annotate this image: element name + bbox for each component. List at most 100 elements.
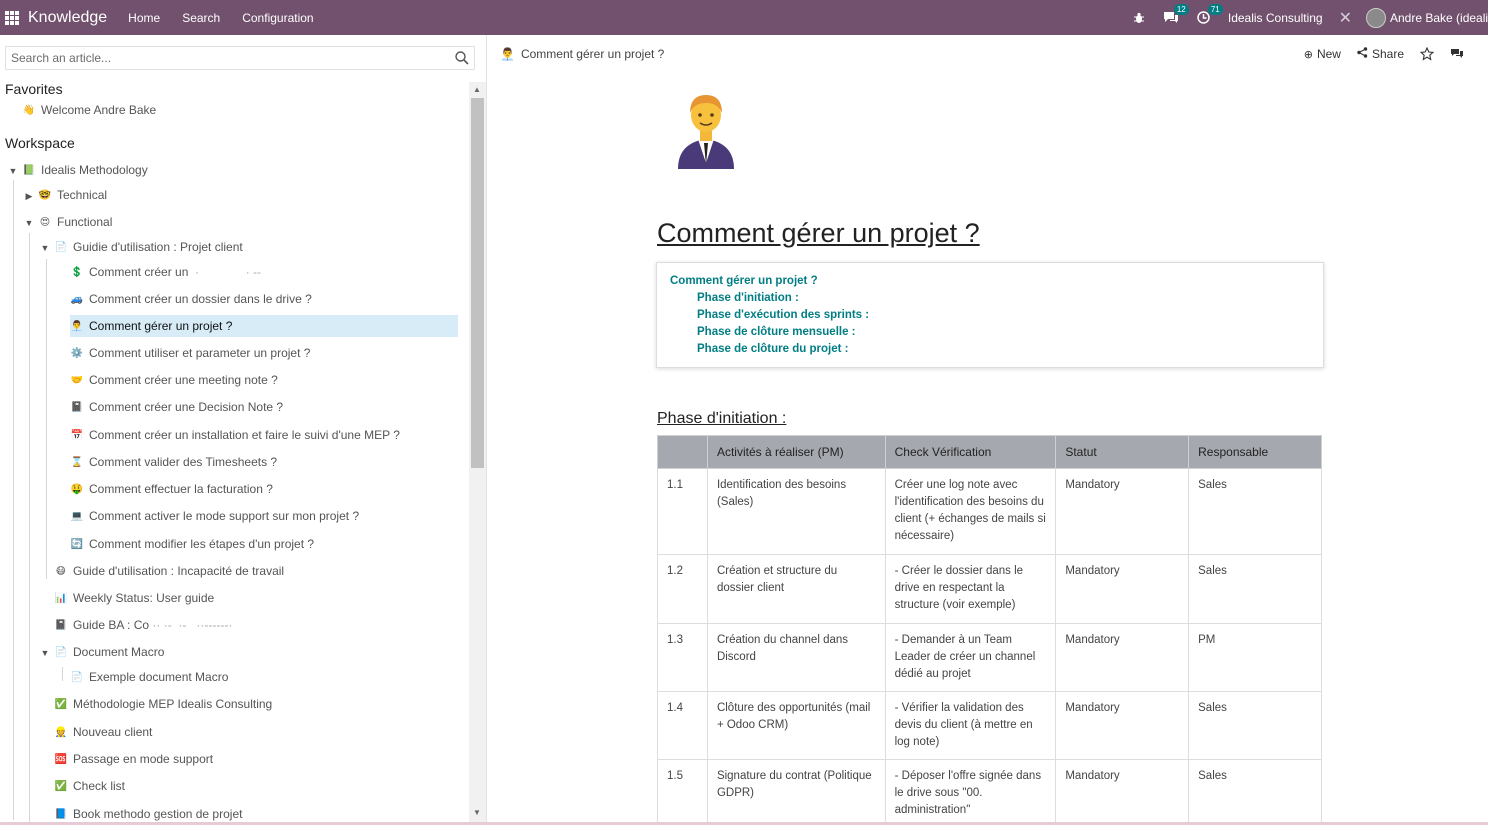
tree-item-guide-ba[interactable]: 📓 Guide BA : Co ·· ·‐ ·‐ ··‐‐‐‐‐‐· (54, 614, 233, 636)
avatar[interactable] (1366, 7, 1386, 28)
user-name[interactable]: Andre Bake (idealis (1390, 11, 1488, 25)
caret-down-icon[interactable]: ▼ (40, 648, 50, 658)
tree-label: Nouveau client (73, 725, 153, 739)
table-cell[interactable]: Sales (1188, 554, 1322, 624)
tree-item-guide-projet-client[interactable]: 📄 Guidie d'utilisation : Projet client (54, 236, 243, 258)
favorite-item[interactable]: 👋 Welcome Andre Bake (22, 99, 156, 121)
tree-item-timesheets[interactable]: ⌛ Comment valider des Timesheets ? (70, 451, 277, 473)
man-office-worker-icon[interactable] (676, 93, 736, 169)
waving-hand-icon: 👋 (22, 104, 36, 116)
table-cell[interactable]: Sales (1188, 691, 1322, 760)
apps-grid-icon[interactable] (5, 10, 19, 25)
table-cell[interactable]: - Déposer l'offre signée dans le drive s… (884, 759, 1057, 825)
share-button[interactable]: Share (1357, 47, 1404, 61)
company-switcher[interactable]: Idealis Consulting (1228, 11, 1323, 25)
tree-item-technical[interactable]: 🤓 Technical (38, 184, 107, 206)
table-cell[interactable]: - Créer le dossier dans le drive en resp… (884, 554, 1057, 624)
table-cell[interactable]: PM (1188, 623, 1322, 692)
tree-item-incapacite-travail[interactable]: 😷 Guide d'utilisation : Incapacité de tr… (54, 560, 284, 582)
menu-configuration[interactable]: Configuration (231, 11, 324, 25)
chatter-button[interactable] (1450, 48, 1464, 60)
sidebar-scrollbar[interactable]: ▲ ▼ (469, 82, 486, 825)
toc-entry[interactable]: Phase de clôture mensuelle : (697, 326, 856, 338)
table-cell[interactable]: 1.2 (657, 554, 708, 624)
tree-item-functional[interactable]: 😍 Functional (38, 211, 113, 233)
table-cell[interactable]: - Demander à un Team Leader de créer un … (884, 623, 1057, 692)
tree-item-document-macro[interactable]: 📄 Document Macro (54, 641, 165, 663)
caret-down-icon[interactable]: ▼ (8, 166, 18, 176)
search-input[interactable] (11, 51, 451, 65)
activities-icon[interactable]: 71 (1197, 4, 1223, 24)
tree-item-weekly-status[interactable]: 📊 Weekly Status: User guide (54, 587, 214, 609)
column-header: Responsable (1188, 435, 1322, 469)
favorite-label: Welcome Andre Bake (41, 103, 157, 117)
table-cell[interactable]: Création et structure du dossier client (706, 554, 886, 624)
table-cell[interactable]: Créer une log note avec l'identification… (884, 468, 1057, 555)
bug-icon[interactable] (1133, 12, 1145, 24)
tree-item-meeting-note[interactable]: 🤝 Comment créer une meeting note ? (70, 369, 278, 391)
table-cell[interactable]: 1.4 (657, 691, 708, 760)
tree-item-decision-note[interactable]: 📓 Comment créer une Decision Note ? (70, 396, 283, 418)
table-cell[interactable]: Mandatory (1055, 554, 1190, 624)
tree-label: Méthodologie MEP Idealis Consulting (73, 697, 273, 711)
tree-item-mode-support[interactable]: 💻 Comment activer le mode support sur mo… (70, 505, 359, 527)
tree-label: Comment créer une Decision Note ? (89, 400, 284, 414)
table-cell[interactable]: 1.5 (657, 759, 708, 825)
tree-item-facturation[interactable]: 🤑 Comment effectuer la facturation ? (70, 478, 273, 500)
tree-item-creer-un[interactable]: 💲 Comment créer un · · ‐‐ (70, 261, 261, 283)
tree-item-methodologie-mep[interactable]: ✅ Méthodologie MEP Idealis Consulting (54, 693, 272, 715)
table-cell[interactable]: Mandatory (1055, 691, 1190, 760)
caret-down-icon[interactable]: ▼ (40, 243, 50, 253)
scroll-thumb[interactable] (471, 98, 484, 468)
toc-entry[interactable]: Phase d'exécution des sprints : (697, 309, 869, 321)
messages-icon[interactable]: 12 (1163, 4, 1189, 24)
tree-item-modifier-etapes[interactable]: 🔄 Comment modifier les étapes d'un proje… (70, 533, 314, 555)
menu-search[interactable]: Search (171, 11, 231, 25)
table-cell[interactable]: Sales (1188, 468, 1322, 555)
share-icon (1357, 47, 1368, 61)
toc-entry[interactable]: Comment gérer un projet ? (670, 275, 818, 287)
tree-item-creer-dossier-drive[interactable]: 🚙 Comment créer un dossier dans le drive… (70, 288, 312, 310)
table-cell[interactable]: Sales (1188, 759, 1322, 825)
scroll-down-icon[interactable]: ▼ (473, 808, 481, 817)
table-cell[interactable]: 1.1 (657, 468, 708, 555)
tree-item-check-list[interactable]: ✅ Check list (54, 775, 125, 797)
table-cell[interactable]: Mandatory (1055, 623, 1190, 692)
favorites-title: Favorites (5, 81, 63, 97)
mask-face-icon: 😷 (55, 565, 67, 577)
new-button[interactable]: ⊕ New (1304, 47, 1341, 61)
table-cell[interactable]: - Vérifier la validation des devis du cl… (884, 691, 1057, 760)
table-cell[interactable]: Signature du contrat (Politique GDPR) (706, 759, 886, 825)
table-cell[interactable]: Mandatory (1055, 468, 1190, 555)
document-icon: 📄 (54, 241, 68, 253)
menu-home[interactable]: Home (117, 11, 171, 25)
tree-label: Comment créer une meeting note ? (89, 373, 278, 387)
tree-item-passage-support[interactable]: 🆘 Passage en mode support (54, 748, 213, 770)
table-cell[interactable]: Identification des besoins (Sales) (706, 468, 886, 555)
table-cell[interactable]: Création du channel dans Discord (706, 623, 886, 692)
search-icon[interactable] (454, 50, 470, 66)
man-office-worker-icon: 👨‍💼 (70, 320, 84, 332)
tree-item-gerer-projet[interactable]: 👨‍💼 Comment gérer un projet ? (70, 315, 458, 337)
table-cell[interactable]: 1.3 (657, 623, 708, 692)
tree-item-utiliser-parameter[interactable]: ⚙️ Comment utiliser et parameter un proj… (70, 342, 311, 364)
favorite-star-button[interactable] (1420, 47, 1434, 61)
caret-down-icon[interactable]: ▼ (24, 218, 34, 228)
section-heading[interactable]: Phase d'initiation : (657, 410, 786, 428)
scroll-up-icon[interactable]: ▲ (473, 85, 481, 94)
table-cell[interactable]: Clôture des opportunités (mail + Odoo CR… (706, 691, 886, 760)
table-cell[interactable]: Mandatory (1055, 759, 1190, 825)
tools-icon[interactable]: ✕ (1339, 8, 1352, 28)
toc-entry[interactable]: Phase de clôture du projet : (697, 343, 848, 355)
app-name[interactable]: Knowledge (28, 9, 107, 27)
sidebar: Favorites 👋 Welcome Andre Bake Workspace… (0, 35, 487, 825)
toc-entry[interactable]: Phase d'initiation : (697, 292, 799, 304)
tree-item-idealis-methodology[interactable]: 📗 Idealis Methodology (22, 159, 148, 181)
sos-icon: 🆘 (54, 753, 68, 765)
page-title[interactable]: Comment gérer un projet ? (657, 218, 980, 249)
breadcrumb-title[interactable]: Comment gérer un projet ? (521, 47, 664, 61)
tree-item-installation-mep[interactable]: 📅 Comment créer un installation et faire… (70, 424, 400, 446)
caret-right-icon[interactable]: ▶ (24, 191, 34, 202)
tree-item-nouveau-client[interactable]: 👷 Nouveau client (54, 721, 153, 743)
tree-item-exemple-macro[interactable]: 📄 Exemple document Macro (70, 666, 229, 688)
